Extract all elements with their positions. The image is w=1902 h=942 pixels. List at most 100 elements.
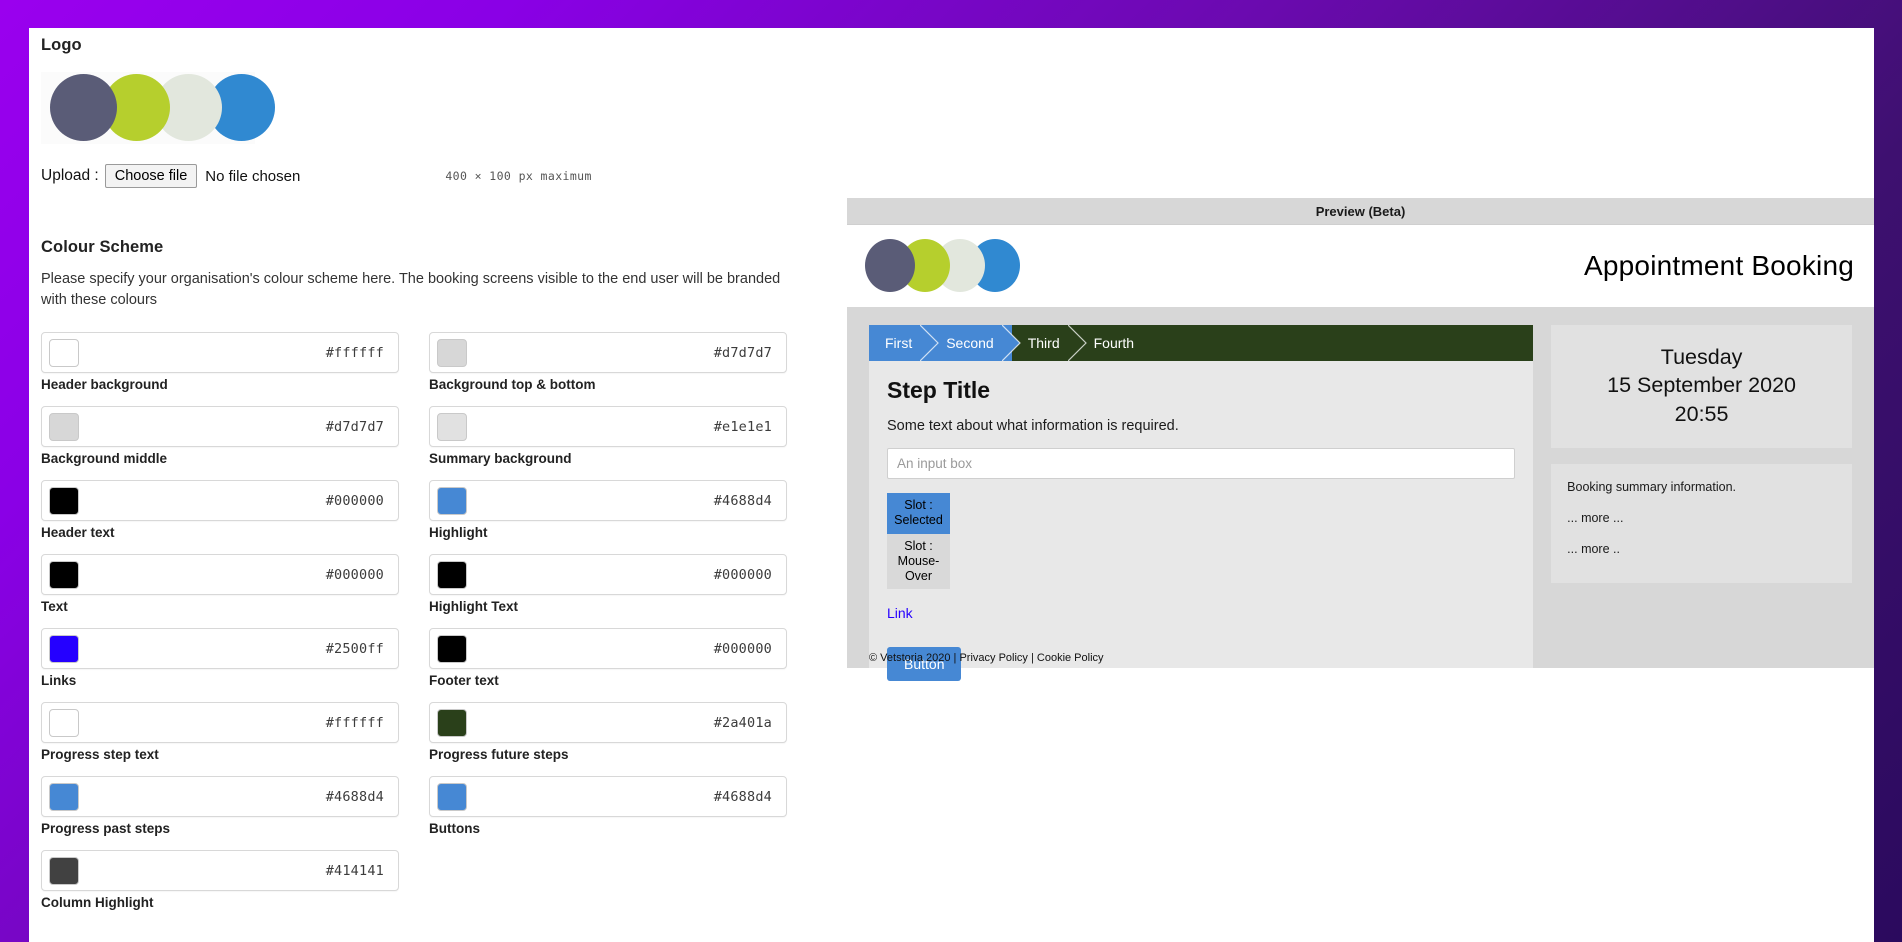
colour-hex-value: #4688d4 xyxy=(325,788,384,805)
colour-swatch[interactable] xyxy=(49,634,79,663)
colour-input-row[interactable]: #000000 xyxy=(41,554,399,596)
colour-field-label: Header background xyxy=(41,377,168,393)
colour-field-label: Progress past steps xyxy=(41,821,171,837)
preview-body: First Second Third Fourth Step Title Some t… xyxy=(847,307,1874,682)
colour-input-row[interactable]: #4688d4 xyxy=(429,480,787,522)
preview-app-title: Appointment Booking xyxy=(1584,250,1854,281)
progress-step-fourth[interactable]: Fourth xyxy=(1077,325,1153,361)
colour-input-row[interactable]: #ffffff xyxy=(41,702,399,744)
colour-swatch[interactable] xyxy=(437,412,467,441)
colour-field: #d7d7d7 Background top & bottom xyxy=(429,332,787,392)
colour-swatch[interactable] xyxy=(49,856,79,885)
colour-hex-value: #4688d4 xyxy=(713,492,772,509)
logo-section-title: Logo xyxy=(41,36,82,54)
choose-file-button[interactable]: Choose file xyxy=(104,164,198,189)
colour-field: #d7d7d7 Background middle xyxy=(41,406,399,466)
colour-input-row[interactable]: #4688d4 xyxy=(429,776,787,818)
colour-input-row[interactable]: #000000 xyxy=(429,554,787,596)
logo-section: Logo Upload : Choose file No file chosen… xyxy=(41,36,841,189)
colour-field: #4688d4 Highlight xyxy=(429,480,787,540)
colour-field-label: Text xyxy=(41,599,68,615)
colour-input-row[interactable]: #2a401a xyxy=(429,702,787,744)
colour-field-label: Highlight xyxy=(429,525,488,541)
colour-scheme-title: Colour Scheme xyxy=(41,238,164,256)
colour-swatch[interactable] xyxy=(49,708,79,737)
colour-field-label: Progress step text xyxy=(41,747,159,763)
colour-field: #000000 Highlight Text xyxy=(429,554,787,614)
progress-step-second[interactable]: Second xyxy=(930,325,1021,361)
chevron-right-icon xyxy=(1001,325,1022,361)
colour-hex-value: #ffffff xyxy=(325,714,384,731)
colour-input-row[interactable]: #ffffff xyxy=(41,332,399,374)
date-full: 15 September 2020 xyxy=(1607,373,1797,398)
colour-input-row[interactable]: #d7d7d7 xyxy=(429,332,787,374)
chevron-right-icon xyxy=(1067,325,1088,361)
colour-field: #000000 Header text xyxy=(41,480,399,540)
date-weekday: Tuesday xyxy=(1660,345,1743,369)
colour-input-row[interactable]: #e1e1e1 xyxy=(429,406,787,448)
colour-field-label: Footer text xyxy=(429,673,499,689)
colour-input-row[interactable]: #4688d4 xyxy=(41,776,399,818)
no-file-chosen-text: No file chosen xyxy=(205,167,301,185)
progress-step-label: Second xyxy=(946,335,994,351)
booking-summary-box: Booking summary information. ... more ...… xyxy=(1551,464,1852,584)
colour-field: #ffffff Header background xyxy=(41,332,399,392)
colour-swatch[interactable] xyxy=(437,634,467,663)
colour-swatch[interactable] xyxy=(49,412,79,441)
colour-swatch[interactable] xyxy=(49,338,79,367)
chevron-right-icon xyxy=(920,325,940,361)
colour-swatch[interactable] xyxy=(437,708,467,737)
colour-field-label: Progress future steps xyxy=(429,747,569,763)
colour-swatch[interactable] xyxy=(437,782,467,811)
colour-field: #000000 Footer text xyxy=(429,628,787,688)
slot-mouseover-button[interactable]: Slot : Mouse-Over xyxy=(887,533,950,590)
logo-preview-image xyxy=(41,72,275,144)
date-time: 20:55 xyxy=(1674,401,1729,426)
progress-step-label: Fourth xyxy=(1093,335,1135,351)
sample-link[interactable]: Link xyxy=(887,605,913,621)
step-description: Some text about what information is requ… xyxy=(887,418,1179,434)
colour-swatch[interactable] xyxy=(49,560,79,589)
progress-step-label: Third xyxy=(1027,335,1060,351)
colour-swatch[interactable] xyxy=(49,486,79,515)
colour-hex-value: #000000 xyxy=(713,640,772,657)
colour-swatch[interactable] xyxy=(437,486,467,515)
progress-step-first[interactable]: First xyxy=(869,325,940,361)
summary-line: ... more .. xyxy=(1567,542,1620,557)
colour-field: #4688d4 Progress past steps xyxy=(41,776,399,836)
colour-hex-value: #e1e1e1 xyxy=(713,418,772,435)
step-card: Step Title Some text about what informat… xyxy=(869,361,1534,682)
colour-hex-value: #2a401a xyxy=(713,714,772,731)
colour-input-row[interactable]: #414141 xyxy=(41,850,399,892)
colour-field: #2500ff Links xyxy=(41,628,399,688)
colour-field: #ffffff Progress step text xyxy=(41,702,399,762)
colour-hex-value: #4688d4 xyxy=(713,788,772,805)
preview-header: Appointment Booking xyxy=(847,225,1874,307)
colour-field-label: Background middle xyxy=(41,451,168,467)
colour-scheme-section: Colour Scheme Please specify your organi… xyxy=(41,238,831,910)
colour-swatch[interactable] xyxy=(49,782,79,811)
page-sheet: Logo Upload : Choose file No file chosen… xyxy=(29,28,1874,942)
preview-step-column: First Second Third Fourth Step Title Some t… xyxy=(869,325,1534,682)
colour-input-row[interactable]: #d7d7d7 xyxy=(41,406,399,448)
colour-swatch[interactable] xyxy=(437,560,467,589)
progress-step-label: First xyxy=(885,335,913,351)
colour-field-label: Header text xyxy=(41,525,115,541)
colour-field-label: Links xyxy=(41,673,77,689)
colour-hex-value: #000000 xyxy=(325,492,384,509)
colour-input-row[interactable]: #2500ff xyxy=(41,628,399,670)
colour-field-label: Summary background xyxy=(429,451,572,467)
progress-steps-bar: First Second Third Fourth xyxy=(869,325,1534,361)
upload-label: Upload : xyxy=(41,167,99,185)
colour-input-row[interactable]: #000000 xyxy=(429,628,787,670)
colour-field-label: Column Highlight xyxy=(41,895,154,911)
slot-selected-button[interactable]: Slot : Selected xyxy=(887,493,950,534)
colour-hex-value: #d7d7d7 xyxy=(325,418,384,435)
colour-swatch[interactable] xyxy=(437,338,467,367)
colour-field: #414141 Column Highlight xyxy=(41,850,399,910)
step-input-field[interactable] xyxy=(887,448,1516,479)
step-title: Step Title xyxy=(887,377,991,403)
colour-input-row[interactable]: #000000 xyxy=(41,480,399,522)
preview-footer-text: © Vetstoria 2020 | Privacy Policy | Cook… xyxy=(869,652,1104,664)
logo-circle-icon xyxy=(50,74,117,141)
